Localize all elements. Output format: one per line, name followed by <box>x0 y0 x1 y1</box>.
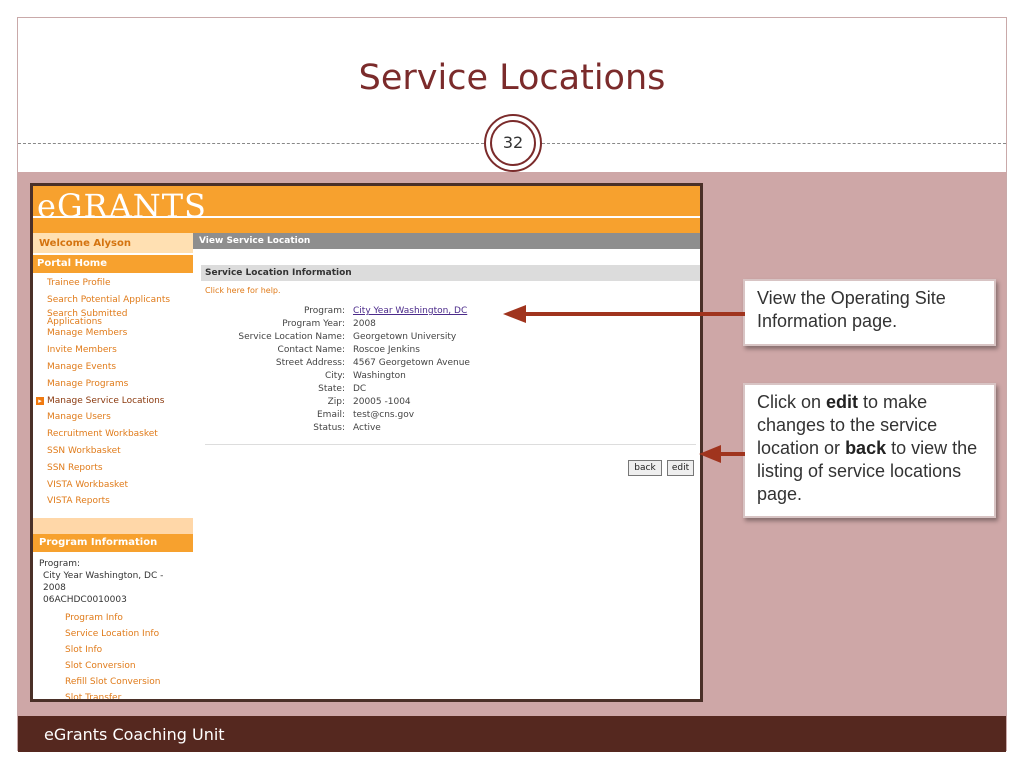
egrants-screenshot: eGRANTS Welcome Alyson Portal Home Train… <box>30 183 703 702</box>
app-header: eGRANTS <box>33 186 700 233</box>
arrow-right-icon: ▸ <box>36 396 44 405</box>
sidebar-item-ssn-reports[interactable]: SSN Reports <box>33 460 193 477</box>
service-location-info-link[interactable]: Service Location Info <box>33 626 193 642</box>
slot-conversion-link[interactable]: Slot Conversion <box>33 658 193 674</box>
portal-home-link[interactable]: Portal Home <box>33 255 193 273</box>
sidebar-item-manage-service-locations[interactable]: ▸ Manage Service Locations <box>33 392 193 410</box>
field-label: State: <box>318 384 345 394</box>
program-summary: Program: City Year Washington, DC - 2008… <box>33 552 193 606</box>
field-label: City: <box>324 371 345 381</box>
program-label: Program: <box>39 559 81 570</box>
sidebar-item-invite-members[interactable]: Invite Members <box>33 342 193 359</box>
field-value: Washington <box>353 371 406 381</box>
panel-title: Service Location Information <box>201 265 700 281</box>
field-value: 20005 -1004 <box>353 397 411 407</box>
program-link[interactable]: City Year Washington, DC <box>353 306 467 316</box>
callout-edit-back: Click on edit to make changes to the ser… <box>743 383 996 518</box>
sidebar-spacer-bar <box>33 518 193 535</box>
title-divider-right <box>542 143 1006 144</box>
help-link[interactable]: Click here for help. <box>205 286 281 295</box>
sidebar-item-vista-workbasket[interactable]: VISTA Workbasket <box>33 477 193 494</box>
header-rule <box>33 216 700 218</box>
field-label: Status: <box>313 423 345 433</box>
back-button[interactable]: back <box>628 460 662 476</box>
program-info-link[interactable]: Program Info <box>33 610 193 626</box>
program-information-heading: Program Information <box>33 534 193 553</box>
page-header: View Service Location <box>193 233 700 249</box>
title-divider-left <box>18 143 484 144</box>
field-row-program: Program: City Year Washington, DC <box>201 306 700 319</box>
program-links: Program Info Service Location Info Slot … <box>33 606 193 699</box>
field-label: Email: <box>316 410 345 420</box>
service-location-panel: Service Location Information Click here … <box>201 265 700 481</box>
field-label: Program: <box>303 306 345 316</box>
main-content: View Service Location Service Location I… <box>193 233 700 699</box>
panel-body: Click here for help. Program: City Year W… <box>201 281 700 481</box>
slide-number-badge: 32 <box>484 114 542 172</box>
field-value: DC <box>353 384 367 394</box>
field-label: Street Address: <box>275 358 345 368</box>
sidebar-item-vista-reports[interactable]: VISTA Reports <box>33 493 193 510</box>
program-name: City Year Washington, DC - 2008 <box>43 571 164 594</box>
field-value: Roscoe Jenkins <box>353 345 420 355</box>
field-row-contact-name: Contact Name: Roscoe Jenkins <box>201 345 700 358</box>
slot-info-link[interactable]: Slot Info <box>33 642 193 658</box>
field-row-city: City: Washington <box>201 371 700 384</box>
egrants-logo: eGRANTS <box>37 187 207 225</box>
field-label: Program Year: <box>282 319 345 329</box>
callout-bold-edit: edit <box>826 392 859 412</box>
field-row-program-year: Program Year: 2008 <box>201 319 700 332</box>
sidebar-item-label: Search Submitted Applications <box>47 308 128 327</box>
field-row-state: State: DC <box>201 384 700 397</box>
field-row-email: Email: test@cns.gov <box>201 410 700 423</box>
program-code: 06ACHDC0010003 <box>43 595 127 606</box>
sidebar-nav: Trainee Profile Search Potential Applica… <box>33 273 193 510</box>
divider <box>205 444 696 445</box>
field-value: Active <box>353 423 381 433</box>
field-label: Zip: <box>327 397 345 407</box>
sidebar-item-manage-users[interactable]: Manage Users <box>33 409 193 426</box>
slide-number: 32 <box>490 120 536 166</box>
callout-bold-back: back <box>845 438 887 458</box>
field-label: Service Location Name: <box>238 332 345 342</box>
slide-title: Service Locations <box>358 58 666 98</box>
field-row-zip: Zip: 20005 -1004 <box>201 397 700 410</box>
sidebar-item-manage-members[interactable]: Manage Members <box>33 325 193 342</box>
field-value: 4567 Georgetown Avenue <box>353 358 470 368</box>
footer-text: eGrants Coaching Unit <box>44 725 225 744</box>
sidebar-item-trainee-profile[interactable]: Trainee Profile <box>33 275 193 292</box>
field-row-status: Status: Active <box>201 423 700 436</box>
refill-slot-conversion-link[interactable]: Refill Slot Conversion <box>33 674 193 690</box>
field-value: Georgetown University <box>353 332 457 342</box>
sidebar-item-manage-events[interactable]: Manage Events <box>33 359 193 376</box>
slide-footer: eGrants Coaching Unit <box>18 716 1006 752</box>
sidebar-item-ssn-workbasket[interactable]: SSN Workbasket <box>33 443 193 460</box>
field-row-service-location-name: Service Location Name: Georgetown Univers… <box>201 332 700 345</box>
sidebar-item-search-submitted-applications[interactable]: Search Submitted Applications <box>33 309 193 326</box>
field-value: 2008 <box>353 319 376 329</box>
sidebar-item-recruitment-workbasket[interactable]: Recruitment Workbasket <box>33 426 193 443</box>
field-row-street-address: Street Address: 4567 Georgetown Avenue <box>201 358 700 371</box>
edit-button[interactable]: edit <box>667 460 694 476</box>
sidebar-item-label: Manage Service Locations <box>47 395 165 406</box>
sidebar-item-manage-programs[interactable]: Manage Programs <box>33 376 193 393</box>
sidebar-item-search-potential-applicants[interactable]: Search Potential Applicants <box>33 292 193 309</box>
field-label: Contact Name: <box>277 345 345 355</box>
callout-operating-site: View the Operating Site Information page… <box>743 279 996 346</box>
sidebar: Welcome Alyson Portal Home Trainee Profi… <box>33 233 193 699</box>
callout-text: Click on <box>757 392 827 412</box>
field-value: test@cns.gov <box>353 410 415 420</box>
slot-transfer-link[interactable]: Slot Transfer <box>33 690 193 699</box>
welcome-label: Welcome Alyson <box>33 233 193 253</box>
